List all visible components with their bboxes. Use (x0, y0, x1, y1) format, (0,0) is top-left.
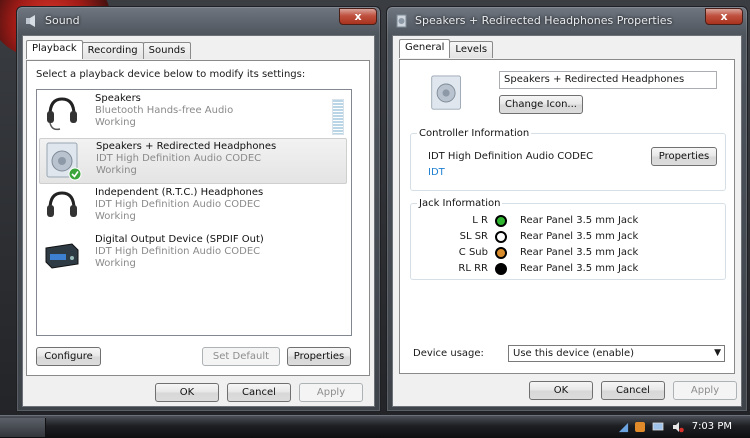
device-description: IDT High Definition Audio CODEC (95, 246, 261, 257)
jack-row: SL SR Rear Panel 3.5 mm Jack (410, 230, 726, 245)
apply-button[interactable]: Apply (673, 381, 737, 400)
speaker-icon (46, 142, 82, 181)
network-icon[interactable] (618, 422, 629, 433)
device-usage-dropdown[interactable]: Use this device (enable) ▼ (508, 345, 725, 362)
speaker-icon (26, 15, 35, 27)
jack-row: RL RR Rear Panel 3.5 mm Jack (410, 262, 726, 277)
speaker-icon (396, 14, 407, 28)
tab-playback[interactable]: Playback (26, 40, 83, 59)
device-usage-label: Device usage: (413, 348, 484, 359)
tray-app-icon[interactable] (634, 421, 646, 433)
sound-titlebar[interactable]: Sound x (17, 7, 380, 35)
monitor-icon[interactable] (652, 421, 664, 433)
device-name: Independent (R.T.C.) Headphones (95, 187, 264, 198)
set-default-button[interactable]: Set Default (202, 347, 280, 366)
device-status: Working (95, 211, 136, 222)
tab-levels[interactable]: Levels (449, 41, 494, 58)
jack-channel: SL SR (459, 231, 488, 242)
jack-location: Rear Panel 3.5 mm Jack (520, 215, 639, 226)
device-status: Working (95, 117, 136, 128)
window-title: Speakers + Redirected Headphones Propert… (415, 14, 673, 27)
window-title: Sound (45, 14, 80, 27)
taskbar: 7:03 PM (0, 415, 750, 438)
level-meter (332, 99, 344, 135)
device-list[interactable]: Speakers Bluetooth Hands-free Audio Work… (36, 89, 352, 336)
device-name: Speakers + Redirected Headphones (96, 141, 277, 152)
close-button[interactable]: x (339, 8, 377, 25)
device-description: Bluetooth Hands-free Audio (95, 105, 234, 116)
jack-location: Rear Panel 3.5 mm Jack (520, 247, 639, 258)
ok-button[interactable]: OK (155, 383, 219, 402)
properties-titlebar[interactable]: Speakers + Redirected Headphones Propert… (387, 7, 747, 35)
device-status: Working (95, 258, 136, 269)
device-name: Speakers (95, 93, 141, 104)
device-name-field[interactable]: Speakers + Redirected Headphones (499, 71, 717, 89)
group-title: Controller Information (419, 128, 530, 139)
controller-name: IDT High Definition Audio CODEC (428, 151, 594, 162)
headphones-icon (47, 191, 77, 217)
tab-recording[interactable]: Recording (81, 42, 144, 59)
list-item[interactable]: Speakers Bluetooth Hands-free Audio Work… (39, 91, 347, 137)
jack-row: C Sub Rear Panel 3.5 mm Jack (410, 246, 726, 261)
tab-general[interactable]: General (399, 39, 451, 58)
clock[interactable]: 7:03 PM (692, 421, 732, 432)
device-usage-value: Use this device (enable) (513, 348, 635, 359)
taskbar-button[interactable] (0, 418, 46, 437)
tab-bar: General Levels (399, 39, 494, 58)
device-description: IDT High Definition Audio CODEC (95, 199, 261, 210)
tab-bar: Playback Recording Sounds (26, 40, 192, 59)
jack-color-dot (495, 215, 507, 227)
list-item[interactable]: Independent (R.T.C.) Headphones IDT High… (39, 185, 347, 231)
jack-channel: L R (472, 215, 488, 226)
device-name-value: Speakers + Redirected Headphones (504, 74, 685, 85)
jack-color-dot (495, 231, 507, 243)
ok-button[interactable]: OK (529, 381, 593, 400)
cancel-button[interactable]: Cancel (601, 381, 665, 400)
tab-sounds[interactable]: Sounds (142, 42, 192, 59)
device-large-icon (431, 75, 461, 110)
properties-button[interactable]: Properties (287, 347, 351, 366)
jack-channel: C Sub (458, 247, 488, 258)
device-name: Digital Output Device (SPDIF Out) (95, 234, 264, 245)
instruction-text: Select a playback device below to modify… (36, 69, 306, 80)
close-icon: x (354, 10, 362, 23)
jack-channel: RL RR (458, 263, 488, 274)
list-item[interactable]: Digital Output Device (SPDIF Out) IDT Hi… (39, 232, 347, 278)
jack-location: Rear Panel 3.5 mm Jack (520, 231, 639, 242)
configure-button[interactable]: Configure (36, 347, 101, 366)
apply-button[interactable]: Apply (299, 383, 363, 402)
jack-color-dot (495, 263, 507, 275)
close-icon: x (720, 10, 728, 23)
change-icon-button[interactable]: Change Icon... (499, 95, 583, 114)
device-status: Working (96, 165, 137, 176)
jack-location: Rear Panel 3.5 mm Jack (520, 263, 639, 274)
close-button[interactable]: x (705, 8, 743, 25)
headphones-icon (47, 97, 77, 131)
properties-window: Speakers + Redirected Headphones Propert… (386, 6, 748, 412)
jack-row: L R Rear Panel 3.5 mm Jack (410, 214, 726, 229)
list-item-selected[interactable]: Speakers + Redirected Headphones IDT Hig… (39, 138, 347, 184)
controller-properties-button[interactable]: Properties (651, 147, 717, 166)
group-title: Jack Information (419, 198, 501, 209)
sound-window: Sound x Playback Recording Sounds Select… (16, 6, 381, 412)
jack-color-dot (495, 247, 507, 259)
cancel-button[interactable]: Cancel (227, 383, 291, 402)
device-description: IDT High Definition Audio CODEC (96, 153, 262, 164)
digital-output-icon (45, 243, 79, 269)
volume-muted-icon[interactable] (672, 421, 684, 433)
chevron-down-icon: ▼ (714, 348, 721, 358)
controller-vendor-link[interactable]: IDT (428, 167, 445, 178)
